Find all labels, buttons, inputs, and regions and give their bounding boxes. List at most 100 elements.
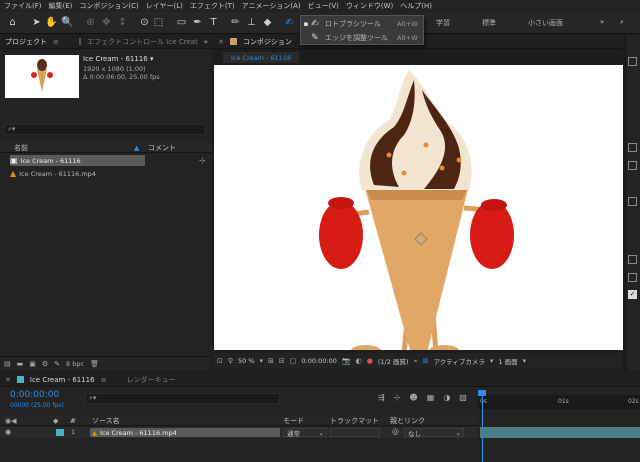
close-icon[interactable]: ✕ [5,376,11,384]
clone-stamp-icon[interactable]: ⊥ [245,16,258,29]
project-item-comp[interactable]: ▣ Ice Cream - 61116 [10,155,145,166]
layer-name[interactable]: ▲ Ice Cream - 61116.mp4 [90,428,280,437]
search-help-icon[interactable]: ⌕ [620,18,624,27]
adjust-icon[interactable]: ⚙ [42,360,48,368]
magnification-icon[interactable]: ⚲ [228,357,233,365]
panel-menu-icon[interactable]: ≡ [101,376,107,384]
layer-label-color[interactable] [56,429,64,436]
panel-checkbox[interactable] [628,143,637,152]
panel-checkbox[interactable] [628,57,637,66]
flyout-item-refine-edge[interactable]: ✎ エッジを調整ツール Alt+W [301,31,423,45]
menu-effect[interactable]: エフェクト(T) [190,1,235,11]
layer-row[interactable]: ◉ 1 ▲ Ice Cream - 61116.mp4 通常 ⌄ @ なし ⌄ [0,427,478,438]
label-icon[interactable]: ◆ [53,415,58,426]
eye-icon[interactable]: ◉ [5,428,11,436]
shy-icon[interactable]: ☻ [409,393,417,402]
col-track-matte[interactable]: トラックマット [330,415,379,426]
menu-view[interactable]: ビュー(V) [308,1,339,11]
menu-help[interactable]: ヘルプ(H) [400,1,432,11]
viewer-timecode[interactable]: 0:00:00:00 [301,357,337,365]
layer-duration-bar[interactable] [480,427,640,438]
thumb-name[interactable]: Ice Cream - 61116 ▾ [83,55,153,63]
zoom-select[interactable]: 50 % [238,357,255,365]
pick-whip-icon[interactable]: @ [392,428,399,436]
bpc-label[interactable]: 8 bpc [66,360,84,368]
timeline-search-input[interactable]: ⌕▾ [85,393,280,404]
workspace-small-screen[interactable]: 小さい画面 [528,18,563,28]
selection-tool-icon[interactable]: ➤ [30,16,43,29]
new-folder-icon[interactable]: ▬ [17,360,24,368]
time-ruler[interactable]: 0s 01s 02s [478,395,640,409]
tab-effect-controls[interactable]: エフェクトコントロール Ice Creat [87,37,198,47]
workspace-learn[interactable]: 学習 [436,18,450,28]
brush-tool-icon[interactable]: ✏ [229,16,242,29]
home-icon[interactable]: ⌂ [6,16,19,29]
grid-icon[interactable]: ⊞ [268,357,274,365]
panel-checkbox[interactable] [628,273,637,282]
panel-menu-icon[interactable]: ≡ [53,38,59,46]
pan-behind-icon[interactable]: ⬚ [152,16,165,29]
anchor-point-icon[interactable]: ⊙ [138,16,151,29]
panel-checkbox[interactable] [628,255,637,264]
composition-mini-flowchart-icon[interactable]: ⇶ [378,393,385,402]
comp-viewer[interactable] [214,65,623,350]
track-matte-select[interactable] [330,428,380,437]
menu-composition[interactable]: コンポジション(C) [79,1,138,11]
rectangle-tool-icon[interactable]: ▭ [175,16,188,29]
fast-preview-icon[interactable]: ⌁ [414,357,418,365]
hand-tool-icon[interactable]: ✋ [45,16,58,29]
eraser-tool-icon[interactable]: ◆ [261,16,274,29]
camera-select[interactable]: アクティブカメラ [434,356,485,366]
more-tabs-icon[interactable]: » [204,38,212,46]
pen-tool-icon[interactable]: ✒ [191,16,204,29]
views-select[interactable]: 1 画面 [498,356,517,366]
more-workspaces-icon[interactable]: » [600,18,604,26]
type-tool-icon[interactable]: T [207,16,220,29]
project-search-input[interactable]: ⌕▾ [4,124,206,135]
col-mode[interactable]: モード [283,415,304,426]
motion-blur-icon[interactable]: ◑ [443,393,450,402]
trash-icon[interactable]: 🗑 [90,360,99,368]
interpret-footage-icon[interactable]: ▤ [4,360,11,368]
lock-icon[interactable] [78,38,82,45]
menu-window[interactable]: ウィンドウ(W) [346,1,393,11]
col-name[interactable]: 名前 [14,142,28,153]
views-dropdown-icon[interactable]: ▾ [523,357,527,365]
av-features-icon[interactable]: ◉◀ [5,415,17,426]
orbit-camera-icon[interactable]: ⊕ [84,16,97,29]
menu-file[interactable]: ファイル(F) [4,1,42,11]
menu-layer[interactable]: レイヤー(L) [146,1,183,11]
project-item-footage[interactable]: ▲ Ice Cream - 61116.mp4 [10,168,96,179]
pen-icon[interactable]: ✎ [54,360,60,368]
flowchart-icon[interactable]: ⊹ [199,156,206,165]
zoom-dropdown-icon[interactable]: ▾ [260,357,264,365]
zoom-tool-icon[interactable]: 🔍 [61,16,74,29]
blend-mode-select[interactable]: 通常 ⌄ [283,428,327,438]
dolly-camera-icon[interactable]: ↕ [116,16,129,29]
tab-project[interactable]: プロジェクト [5,37,47,47]
new-comp-icon[interactable]: ▣ [29,360,36,368]
comp-subtab[interactable]: Ice Cream - 61116 [223,52,300,63]
menu-animation[interactable]: アニメーション(A) [242,1,301,11]
resolution-select[interactable]: (1/2 画質) [378,356,409,366]
checked-checkbox[interactable]: ✓ [628,290,637,299]
pan-camera-icon[interactable]: ✥ [100,16,113,29]
col-source-name[interactable]: ソース名 [92,415,120,426]
roto-brush-icon[interactable]: ✍ [283,16,296,29]
menu-edit[interactable]: 編集(E) [49,1,73,11]
always-preview-icon[interactable]: ⊡ [217,357,223,365]
panel-checkbox[interactable] [628,197,637,206]
timeline-timecode[interactable]: 0:00:00:00 [10,390,59,400]
region-icon[interactable]: ▢ [290,357,297,365]
col-hash[interactable]: # [70,415,76,426]
mask-visibility-icon[interactable]: ⊟ [279,357,285,365]
panel-checkbox[interactable] [628,161,637,170]
col-comment[interactable]: コメント [148,142,176,153]
flyout-item-roto-brush[interactable]: ▪ ✍ ロトブラシツール Alt+W [301,17,423,31]
snapshot-icon[interactable]: 📷 [342,357,351,365]
tab-timeline-comp[interactable]: Ice Cream - 61116 [30,376,95,384]
graph-editor-icon[interactable]: ▧ [459,393,467,402]
draft-3d-icon[interactable]: ⊹ [394,393,401,402]
frame-blending-icon[interactable]: ▦ [427,393,435,402]
close-icon[interactable]: ✕ [218,38,224,46]
